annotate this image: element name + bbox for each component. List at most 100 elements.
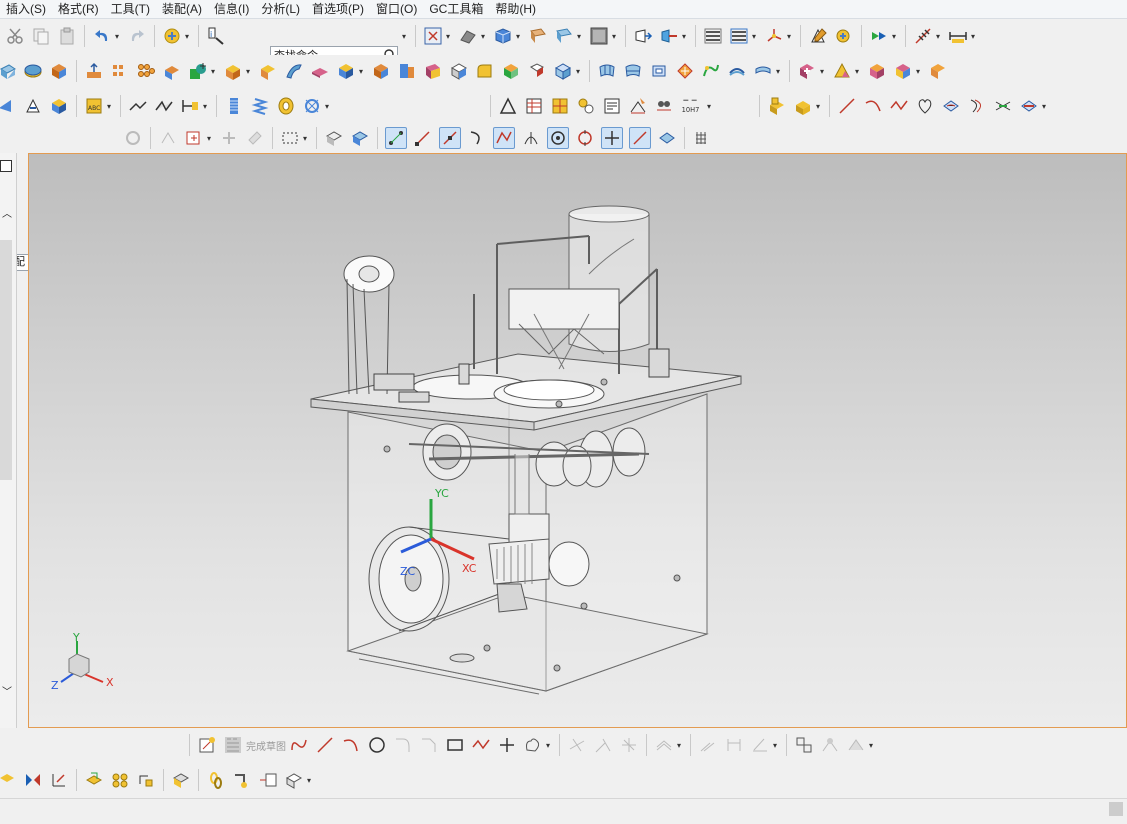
mirror-assembly-icon[interactable] [23,770,43,790]
center-mark-icon[interactable] [550,96,570,116]
background-icon[interactable] [589,26,609,46]
chain-link-icon[interactable] [206,770,226,790]
spring-icon[interactable] [250,96,270,116]
new-component-icon[interactable] [793,96,813,116]
spline-icon[interactable] [889,96,909,116]
animate-dimension-icon[interactable] [820,735,840,755]
menu-analysis[interactable]: 分析(L) [255,1,306,17]
menu-info[interactable]: 信息(I) [208,1,255,17]
through-curves-icon[interactable] [623,61,643,81]
snap-point-icon[interactable] [158,128,178,148]
wave-link-icon[interactable] [136,770,156,790]
snap-on-surface-icon[interactable] [657,128,677,148]
draft-icon[interactable] [397,61,417,81]
sweep-icon[interactable] [284,61,304,81]
copy-icon[interactable] [31,26,51,46]
solid-select-icon[interactable] [350,128,370,148]
snap-midpoint-icon[interactable] [439,127,461,149]
patch-icon[interactable] [832,61,852,81]
offset-curve-icon[interactable] [967,96,987,116]
edit-section-icon[interactable] [554,26,574,46]
snap-existing-point-icon[interactable] [601,127,623,149]
table-note-icon[interactable] [524,96,544,116]
delete-body-icon[interactable] [867,61,887,81]
assembly-cut-icon[interactable] [171,770,191,790]
law-extension-icon[interactable] [701,61,721,81]
snap-on-curve-icon[interactable] [629,127,651,149]
tolerance-fit-icon[interactable]: 10H7 [680,96,704,116]
route-icon[interactable] [232,770,252,790]
clip-section-icon[interactable] [528,26,548,46]
sketch-circle-icon[interactable] [367,735,387,755]
add-component-icon[interactable] [767,96,787,116]
sketch-rectangle-icon[interactable] [445,735,465,755]
quick-trim-icon[interactable] [567,735,587,755]
snap-endpoint-icon[interactable] [413,128,433,148]
touch-mode-icon[interactable] [162,26,182,46]
box-select-icon[interactable] [280,128,300,148]
inspection-icon[interactable] [654,96,674,116]
pmi-icon[interactable] [913,26,933,46]
subtract-icon[interactable] [223,61,243,81]
snap-control-icon[interactable] [493,127,515,149]
sketch-icon[interactable] [197,735,217,755]
sketch-fillet-icon[interactable] [393,735,413,755]
snap-center-icon[interactable] [547,127,569,149]
pattern-feature-icon[interactable] [110,61,130,81]
command-finder-icon[interactable]: i [206,26,226,46]
sketch-line-icon[interactable] [315,735,335,755]
extrude-icon[interactable] [0,61,17,81]
sketch-studio-spline-icon[interactable] [523,735,543,755]
blend-face-icon[interactable] [423,61,443,81]
replace-component-icon[interactable] [110,770,130,790]
thicken-icon[interactable] [310,61,330,81]
datum-plane-icon[interactable] [188,61,208,81]
sequence-icon[interactable] [49,770,69,790]
sketch-polygon-icon[interactable] [471,735,491,755]
wcs-select-icon[interactable] [245,128,265,148]
n-sided-surface-icon[interactable] [649,61,669,81]
edit-display-icon[interactable] [834,26,854,46]
promote-body-icon[interactable] [49,96,69,116]
sketch-chamfer-icon[interactable] [419,735,439,755]
shaded-view-icon[interactable] [493,26,513,46]
object-display-icon[interactable] [808,26,828,46]
bom-table-icon[interactable] [258,770,278,790]
make-corner-icon[interactable] [619,735,639,755]
clearance-analysis-icon[interactable] [284,770,304,790]
grid-icon[interactable] [692,128,712,148]
status-toggle-icon[interactable] [1109,802,1123,816]
graphics-window[interactable]: YC XC ZC Y X Z [28,153,1127,728]
intersection-curve-icon[interactable] [993,96,1013,116]
note-icon[interactable] [602,96,622,116]
arc-icon[interactable] [863,96,883,116]
menu-window[interactable]: 窗口(O) [370,1,423,17]
bridge-surface-icon[interactable] [727,61,747,81]
scrollbar-thumb[interactable] [0,240,12,480]
show-constraints-icon[interactable] [794,735,814,755]
menu-gc-toolbox[interactable]: GC工具箱 [423,1,489,17]
hole-icon[interactable] [0,96,17,116]
maximize-icon[interactable] [0,160,12,172]
redo-icon[interactable] [127,26,147,46]
snap-quadrant-icon[interactable] [575,128,595,148]
revolve-icon[interactable] [23,61,43,81]
surface-mesh-icon[interactable] [597,61,617,81]
shell-icon[interactable] [336,61,356,81]
sketch-arc-icon[interactable] [341,735,361,755]
intersect-icon[interactable] [258,61,278,81]
assembly-constraint-icon[interactable] [659,26,679,46]
finish-sketch-label[interactable]: 完成草图 [246,738,286,753]
component-pattern-icon[interactable] [84,770,104,790]
select-feature-icon[interactable] [184,128,204,148]
menu-tools[interactable]: 工具(T) [105,1,156,17]
unite-icon[interactable] [162,61,182,81]
paste-icon[interactable] [57,26,77,46]
pad-icon[interactable] [84,61,104,81]
show-hide-icon[interactable] [869,26,889,46]
undo-icon[interactable] [92,26,112,46]
bearing-icon[interactable] [276,96,296,116]
menu-preferences[interactable]: 首选项(P) [306,1,370,17]
snap-intersection-icon[interactable] [521,128,541,148]
weld-symbol-icon[interactable] [628,96,648,116]
